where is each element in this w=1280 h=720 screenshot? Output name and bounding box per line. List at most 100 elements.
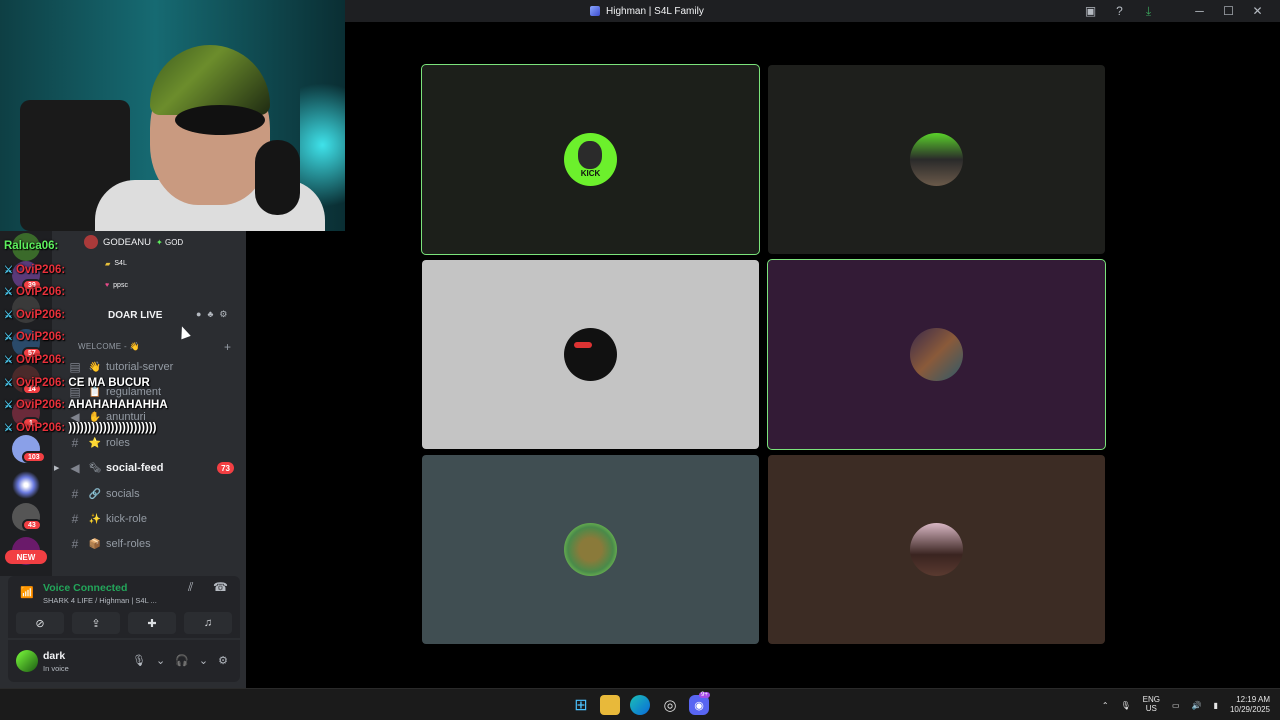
sword-icon: ⚔ <box>4 355 13 366</box>
participant-tile[interactable] <box>767 259 1106 450</box>
activities-button[interactable]: ✚ <box>128 612 176 634</box>
chat-text: ))))))))))))))))))))))) <box>68 422 157 434</box>
camera-off-button[interactable]: ⊘ <box>16 612 64 634</box>
voice-status[interactable]: Voice Connected <box>43 582 127 594</box>
participant-tile[interactable]: KICK <box>421 64 760 255</box>
chat-message: ⚔ OviP206: <box>4 264 65 276</box>
chat-text: AHAHAHAHAHHA <box>67 399 168 411</box>
voice-member-row[interactable]: ♥ ppsc <box>105 282 128 289</box>
disconnect-icon[interactable]: ☎ <box>213 580 228 594</box>
voice-location[interactable]: SHARK 4 LIFE / Highman | S4L ... <box>43 596 157 605</box>
chevron-down-icon[interactable]: ⌄ <box>199 654 208 667</box>
live-channel-actions: ● ♣ ⚙ <box>196 309 227 320</box>
noise-suppression-icon[interactable]: ⫽ <box>188 580 193 595</box>
soundboard-button[interactable]: ♫ <box>184 612 232 634</box>
chat-text: CE MA BUCUR <box>68 377 150 389</box>
invite-icon[interactable]: ♣ <box>207 309 213 320</box>
chat-username: OviP206: <box>15 422 66 434</box>
microphone-icon[interactable]: 🎙 <box>132 654 146 667</box>
sword-icon: ⚔ <box>4 265 13 276</box>
sword-icon: ⚔ <box>4 310 13 321</box>
sword-icon: ⚔ <box>4 332 13 343</box>
server-icon[interactable] <box>12 471 40 499</box>
titlebar-actions: ▣ ? ⤓ ─ ☐ ✕ <box>1076 0 1272 22</box>
sword-icon: ⚔ <box>4 378 13 389</box>
text-channel-icon: ▤ <box>69 360 81 374</box>
network-icon[interactable]: ▭ <box>1172 701 1180 710</box>
window-title: Highman | S4L Family <box>590 0 704 22</box>
language-indicator[interactable]: ENG US <box>1143 695 1160 714</box>
sword-icon: ⚔ <box>4 287 13 298</box>
channel-glyph-icon <box>590 6 600 16</box>
chevron-down-icon[interactable]: ⌄ <box>156 654 165 667</box>
file-explorer-icon[interactable] <box>600 695 620 715</box>
start-icon[interactable]: ⊞ <box>571 695 591 715</box>
chat-message: ⚔ OviP206: ))))))))))))))))))))))) <box>4 422 157 434</box>
chat-username: OviP206: <box>15 309 66 321</box>
username[interactable]: dark <box>43 650 65 662</box>
edge-icon[interactable] <box>630 695 650 715</box>
member-tag: S4L <box>114 260 127 267</box>
channel-emoji: 🔗 <box>88 488 102 500</box>
channel-name: roles <box>106 437 130 449</box>
user-panel: dark In voice 🎙 ⌄ 🎧 ⌄ ⚙ <box>8 640 240 682</box>
member-tag: ✦ GOD <box>156 237 184 247</box>
server-badge: 103 <box>22 451 46 463</box>
battery-icon[interactable]: ▮ <box>1214 701 1218 710</box>
channel-social-feed[interactable]: ▶ ◀ 🗞 social-feed 73 <box>52 457 242 479</box>
microphone-icon[interactable]: 🎙 <box>1121 701 1131 710</box>
avatar[interactable] <box>16 650 38 672</box>
hash-icon: # <box>71 512 79 526</box>
chat-message: ⚔ OviP206: <box>4 354 65 366</box>
close-button[interactable]: ✕ <box>1243 0 1272 22</box>
clock[interactable]: 12:19 AM 10/29/2025 <box>1230 695 1270 714</box>
download-icon[interactable]: ⤓ <box>1134 0 1163 22</box>
chat-icon[interactable]: ● <box>196 309 201 320</box>
channel-category[interactable]: WELCOME - 👋 <box>78 342 140 351</box>
channel-emoji: ⭐ <box>88 437 102 449</box>
headphones-icon[interactable]: 🎧 <box>175 654 189 667</box>
participant-tile[interactable] <box>768 455 1105 644</box>
window-title-text: Highman | S4L Family <box>606 5 704 17</box>
channel-roles[interactable]: # ⭐ roles <box>52 432 242 454</box>
chat-username: OviP206: <box>15 354 66 366</box>
chevron-up-icon[interactable]: ⌃ <box>1102 701 1109 710</box>
gear-icon[interactable]: ⚙ <box>218 654 228 667</box>
participant-tile[interactable] <box>768 65 1105 254</box>
hash-icon: # <box>71 537 79 551</box>
member-tag: ppsc <box>113 282 128 289</box>
voice-member-row[interactable]: GODEANU ✦ GOD <box>84 235 183 249</box>
channel-name: tutorial-server <box>106 361 174 373</box>
channel-emoji: 🗞 <box>88 462 102 474</box>
participant-avatar <box>564 523 617 576</box>
channel-emoji: ✋ <box>88 411 102 423</box>
inbox-icon[interactable]: ▣ <box>1076 0 1105 22</box>
maximize-button[interactable]: ☐ <box>1214 0 1243 22</box>
user-status: In voice <box>43 664 69 673</box>
channel-self-roles[interactable]: # 📦 self-roles <box>52 533 242 555</box>
add-channel-icon[interactable]: + <box>224 340 231 354</box>
participant-tile[interactable] <box>422 455 759 644</box>
volume-icon[interactable]: 🔊 <box>1192 701 1202 710</box>
chromium-icon[interactable]: ◎ <box>660 695 680 715</box>
discord-icon[interactable]: ◉ <box>689 695 709 715</box>
channel-tutorial-server[interactable]: ▤ 👋 tutorial-server <box>52 356 242 378</box>
chat-username: OviP206: <box>15 377 66 389</box>
signal-icon: 📶 <box>20 587 34 599</box>
voice-member-row[interactable]: ▰ S4L <box>105 260 127 268</box>
participant-avatar: KICK <box>564 133 617 186</box>
channel-emoji: ✨ <box>88 513 102 525</box>
channel-socials[interactable]: # 🔗 socials <box>52 483 242 505</box>
channel-emoji: 📦 <box>88 538 102 550</box>
share-screen-button[interactable]: ⇪ <box>72 612 120 634</box>
minimize-button[interactable]: ─ <box>1185 0 1214 22</box>
member-avatar <box>84 235 98 249</box>
live-channel-label[interactable]: DOAR LIVE <box>108 310 162 321</box>
channel-kick-role[interactable]: # ✨ kick-role <box>52 508 242 530</box>
settings-icon[interactable]: ⚙ <box>219 309 227 320</box>
help-icon[interactable]: ? <box>1105 0 1134 22</box>
participant-tile[interactable] <box>422 260 759 449</box>
new-badge[interactable]: NEW <box>5 550 47 564</box>
chat-message: ⚔ OviP206: AHAHAHAHAHHA <box>4 399 168 411</box>
